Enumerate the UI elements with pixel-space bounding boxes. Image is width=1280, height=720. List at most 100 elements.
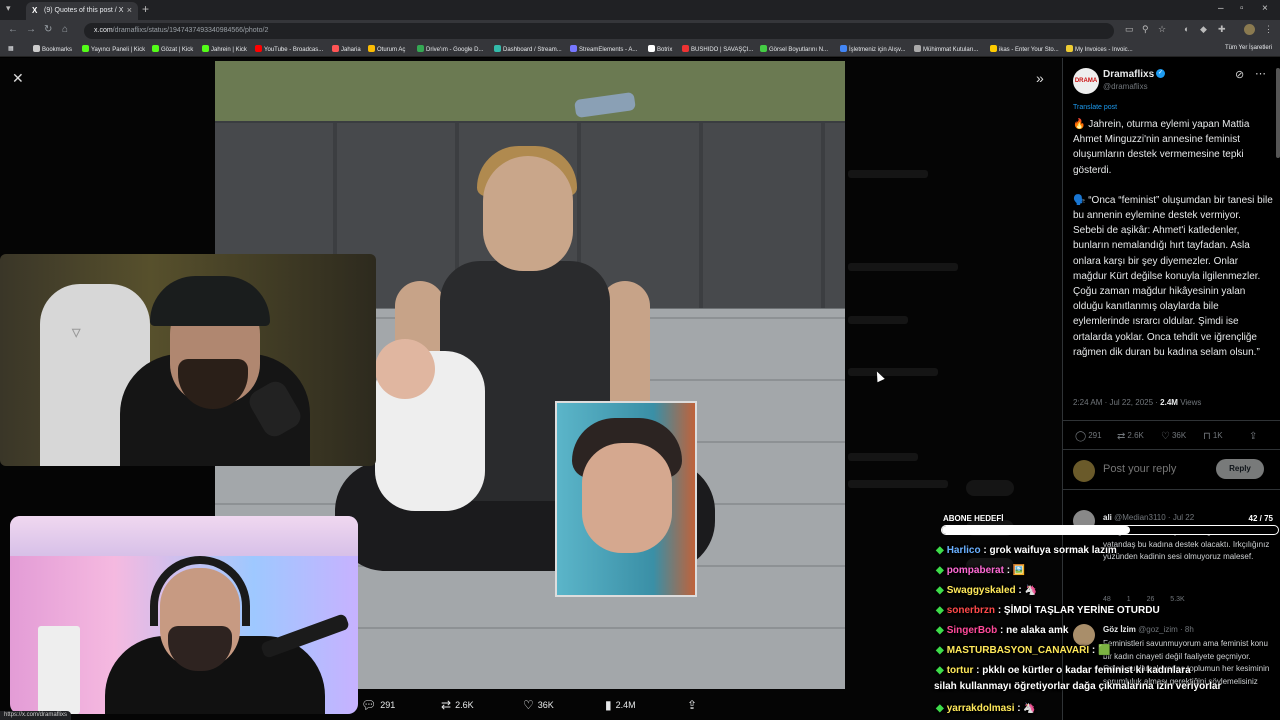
chat-text: : grok waifuya sormak lazım <box>980 545 1117 556</box>
chat-text: : 🦄 <box>1015 585 1037 596</box>
bookmark-item[interactable]: YouTube - Broadcas... <box>255 45 323 53</box>
chat-badge-icon: ◆ <box>936 625 944 636</box>
chat-message: ◆ tortur : pkklı oe kürtler o kadar femin… <box>936 664 1191 677</box>
extension-icon[interactable]: ◆ <box>1200 24 1207 35</box>
zoom-icon[interactable]: ⚲ <box>1142 24 1149 35</box>
reload-icon[interactable]: ↻ <box>44 24 52 35</box>
collapse-sidebar-icon[interactable]: » <box>1036 70 1044 86</box>
viewer-reply-button[interactable]: 💬︎ 291 <box>361 698 395 712</box>
bookmark-item[interactable]: Dashboard / Stream... <box>494 45 562 53</box>
forward-icon[interactable]: → <box>26 24 36 35</box>
chat-text: : 🦄 <box>1014 703 1036 714</box>
home-icon[interactable]: ⌂ <box>62 24 68 35</box>
bookmark-item[interactable]: Botrix <box>648 45 672 53</box>
scrollbar[interactable] <box>1276 68 1280 158</box>
share-button[interactable]: ⇪ <box>1249 431 1259 442</box>
chat-username[interactable]: tortur <box>947 665 974 676</box>
chat-text: : ŞİMDİ TAŞLAR YERİNE OTURDU <box>995 605 1160 616</box>
cast-icon[interactable]: ▭ <box>1125 24 1134 35</box>
profile-avatar[interactable] <box>1244 24 1255 35</box>
bookmark-item[interactable]: Görsel Boyutlarını N... <box>760 45 828 53</box>
bookmark-item[interactable]: StreamElements - A... <box>570 45 637 53</box>
bookmark-icon: ⊓ <box>1203 431 1211 442</box>
photo-portrait <box>555 401 697 597</box>
viewer-repost-button[interactable]: ⇄ 2.6K <box>441 698 474 712</box>
reply-composer: Reply <box>1063 450 1280 490</box>
chat-username[interactable]: sonerbrzn <box>947 605 995 616</box>
translate-post-link[interactable]: Translate post <box>1073 104 1117 111</box>
chat-message: ◆ MASTURBASYON_CANAVARI : 🟩 <box>936 644 1110 657</box>
new-tab-icon[interactable]: + <box>142 2 149 16</box>
reply-submit-button[interactable]: Reply <box>1216 459 1264 479</box>
views-icon: ▮ <box>605 698 612 712</box>
bookmark-item[interactable]: Jaharia <box>332 45 361 53</box>
close-window-icon[interactable]: × <box>1262 3 1268 14</box>
bookmark-item[interactable]: İşletmeniz için Alışv... <box>840 45 906 53</box>
author-avatar[interactable]: DRAMA <box>1073 68 1099 94</box>
reply-icon: 💬︎ <box>361 698 377 712</box>
back-icon[interactable]: ← <box>8 24 18 35</box>
tab-search-icon[interactable]: ▾ <box>6 3 11 14</box>
close-tab-icon[interactable]: × <box>127 5 132 15</box>
browser-tab[interactable]: X (9) Quotes of this post / X × <box>26 2 138 20</box>
photo-bottle <box>574 91 636 119</box>
author-handle[interactable]: @dramaflixs <box>1103 82 1148 91</box>
chat-username[interactable]: SingerBob <box>947 625 998 636</box>
chat-message: ◆ Harlico : grok waifuya sormak lazım <box>936 544 1117 557</box>
chat-badge-icon: ◆ <box>936 565 944 576</box>
bookmark-item[interactable]: Bookmarks <box>33 45 72 53</box>
reply-button[interactable]: ◯ 291 <box>1075 431 1102 442</box>
reply-icon: ◯ <box>1075 431 1087 442</box>
bookmark-item[interactable]: Oturum Aç <box>368 45 405 53</box>
chat-message: silah kullanmayı öğretiyorlar dağa çıkma… <box>934 680 1221 693</box>
bookmark-item[interactable]: ikas - Enter Your Sto... <box>990 45 1059 53</box>
grok-icon[interactable]: ⊘ <box>1235 68 1244 81</box>
bookmark-item[interactable]: Mühimmat Kutuları... <box>914 45 978 53</box>
close-icon[interactable]: ✕ <box>12 70 24 87</box>
post-text: 🔥 Jahrein, oturma eylemi yapan Mattia Ah… <box>1073 117 1273 360</box>
verified-icon: ✓ <box>1156 69 1165 78</box>
repost-button[interactable]: ⇄ 2.6K <box>1117 431 1144 442</box>
bookmark-button[interactable]: ⊓ 1K <box>1203 431 1223 442</box>
author-name[interactable]: Dramaflixs <box>1103 69 1154 80</box>
minimize-icon[interactable]: – <box>1218 3 1224 14</box>
viewer-share-button[interactable]: ⇪ <box>687 698 701 712</box>
bookmark-item[interactable]: Jahrein | Kick <box>202 45 247 53</box>
share-icon: ⇪ <box>1249 431 1258 442</box>
repost-icon: ⇄ <box>441 698 452 712</box>
menu-icon[interactable]: ⋮ <box>1264 24 1273 35</box>
chat-username[interactable]: yarrakdolmasi <box>947 703 1015 714</box>
chair-logo-icon: ▽ <box>72 327 82 339</box>
post-metrics: ◯ 291 ⇄ 2.6K ♡ 36K ⊓ 1K ⇪ <box>1063 420 1280 450</box>
chat-username[interactable]: MASTURBASYON_CANAVARI <box>947 645 1089 656</box>
all-bookmarks[interactable]: Tüm Yer İşaretleri <box>1225 45 1272 51</box>
post-timestamp[interactable]: 2:24 AM · Jul 22, 2025 · 2.4M Views <box>1073 398 1201 407</box>
bookmark-item[interactable]: Drive'ım - Google D... <box>417 45 484 53</box>
apps-icon[interactable]: ▦ <box>8 45 14 52</box>
extension-icon[interactable]: ◐ <box>1184 24 1189 34</box>
chat-message: ◆ SingerBob : ne alaka amk <box>936 624 1068 637</box>
chat-text: : 🖼️ <box>1003 565 1026 576</box>
like-button[interactable]: ♡ 36K <box>1161 431 1186 442</box>
chat-username[interactable]: Swaggyskaled <box>947 585 1016 596</box>
bookmark-item[interactable]: My Invoices - Invoic... <box>1066 45 1133 53</box>
maximize-icon[interactable]: ▫ <box>1240 3 1244 14</box>
reply-input[interactable] <box>1103 463 1213 475</box>
viewer-views-button[interactable]: ▮ 2.4M <box>605 698 636 712</box>
goal-progress-track <box>941 525 1279 535</box>
bookmark-item[interactable]: BUSHIDO | SAVAŞÇI... <box>682 45 753 53</box>
chat-username[interactable]: Harlico <box>947 545 981 556</box>
more-icon[interactable]: ⋯ <box>1255 67 1266 80</box>
subscriber-goal: ABONE HEDEFİ 42 / 75 <box>941 512 1279 538</box>
bookmark-star-icon[interactable]: ☆ <box>1158 24 1166 35</box>
streamer-cap <box>150 276 270 326</box>
user-avatar <box>1073 460 1095 482</box>
address-input[interactable]: x.com/dramaflixs/status/1947437493340984… <box>84 23 1114 39</box>
viewer-like-button[interactable]: ♡ 36K <box>523 698 554 712</box>
bookmark-item[interactable]: Yayıncı Paneli | Kick <box>82 45 145 53</box>
photo-woman-head <box>483 156 573 271</box>
chat-badge-icon: ◆ <box>936 605 944 616</box>
puzzle-icon[interactable]: ✚ <box>1218 24 1226 35</box>
chat-username[interactable]: pompaberat <box>947 565 1004 576</box>
bookmark-item[interactable]: Gözat | Kick <box>152 45 193 53</box>
